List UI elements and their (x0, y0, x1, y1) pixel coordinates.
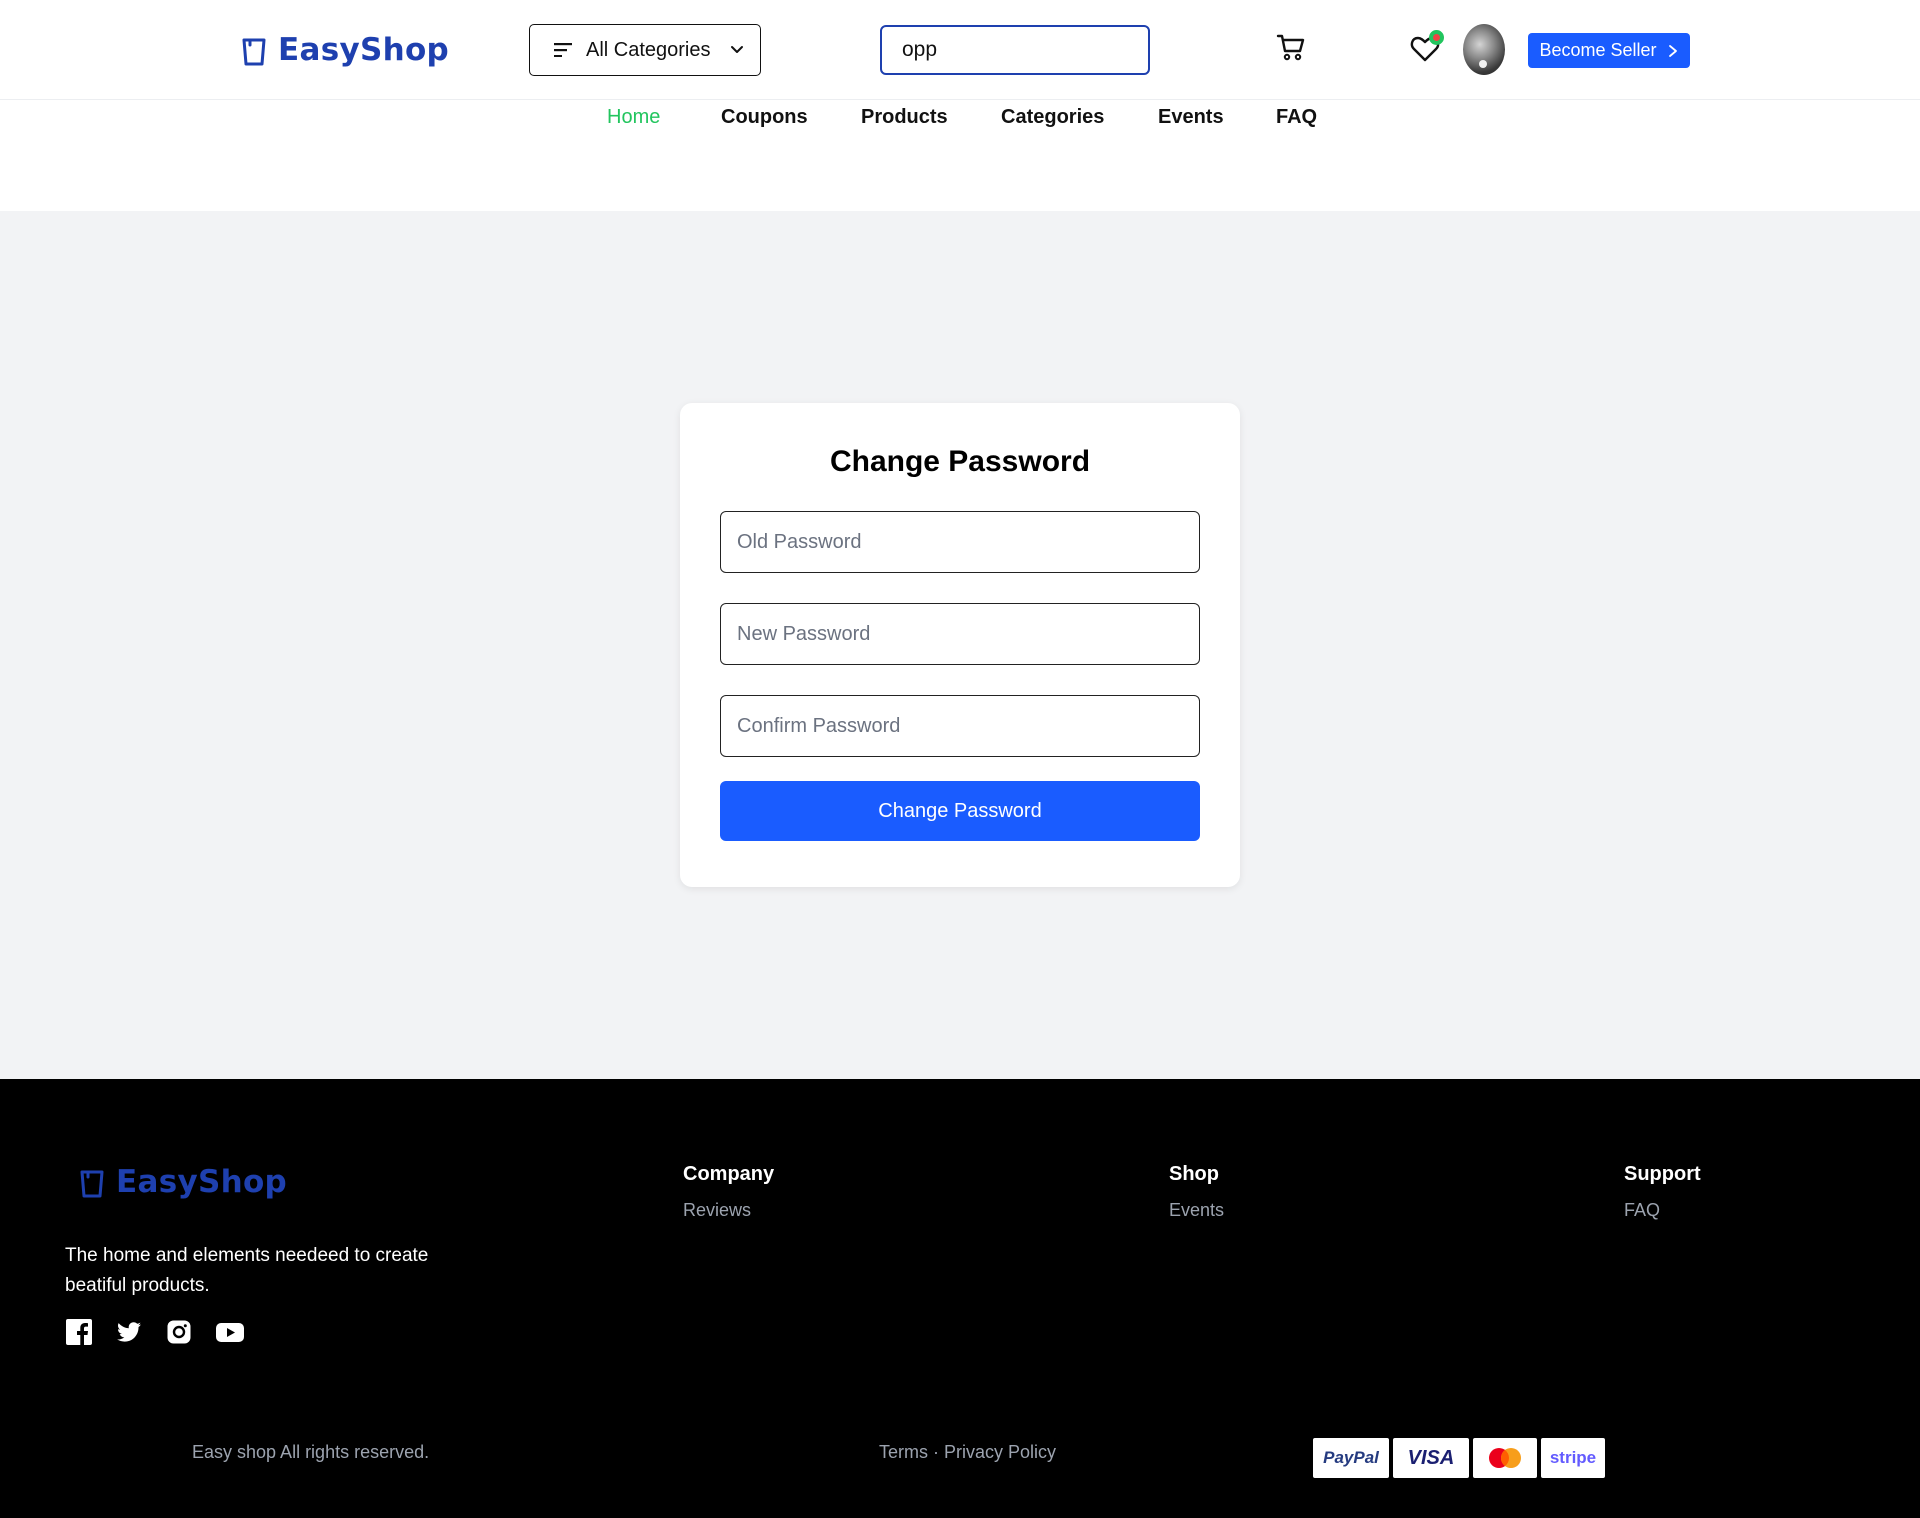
shopping-bag-icon (242, 38, 266, 66)
footer-link-faq[interactable]: FAQ (1624, 1200, 1660, 1221)
page-title: Change Password (829, 445, 1091, 478)
social-links (66, 1319, 244, 1345)
change-password-button[interactable]: Change Password (720, 781, 1200, 841)
all-categories-dropdown[interactable]: All Categories (529, 24, 761, 76)
avatar[interactable] (1463, 24, 1505, 75)
nav-products[interactable]: Products (861, 106, 948, 129)
legal-separator: · (933, 1442, 940, 1462)
change-password-card: Change Password Change Password (680, 403, 1240, 887)
footer-description: The home and elements needeed to create … (65, 1245, 429, 1296)
legal-links: Terms · Privacy Policy (879, 1442, 1056, 1463)
privacy-policy-link[interactable]: Privacy Policy (944, 1442, 1056, 1462)
chevron-right-icon (1668, 44, 1677, 57)
chevron-down-icon (730, 46, 743, 53)
search-input[interactable] (880, 25, 1150, 75)
confirm-password-field[interactable] (720, 695, 1200, 757)
old-password-field[interactable] (720, 511, 1200, 573)
nav-faq[interactable]: FAQ (1276, 106, 1317, 129)
become-seller-button[interactable]: Become Seller (1528, 33, 1690, 68)
main-content: Change Password Change Password (0, 211, 1920, 1079)
stripe-logo: stripe (1541, 1438, 1605, 1478)
twitter-icon[interactable] (116, 1319, 142, 1345)
main-nav: Home Coupons Products Categories Events … (0, 100, 1920, 210)
instagram-icon[interactable] (166, 1319, 192, 1345)
brand-logo[interactable]: EasyShop (240, 30, 449, 70)
copyright-text: Easy shop All rights reserved. (192, 1442, 430, 1462)
nav-events[interactable]: Events (1158, 106, 1224, 129)
mastercard-icon (1489, 1448, 1521, 1468)
cart-icon[interactable] (1276, 32, 1306, 62)
brand-name: EasyShop (278, 32, 450, 68)
nav-coupons[interactable]: Coupons (721, 106, 808, 129)
categories-label: All Categories (586, 38, 711, 61)
become-seller-label: Become Seller (1539, 40, 1657, 60)
mastercard-logo (1473, 1438, 1537, 1478)
footer-brand-logo[interactable]: EasyShop (78, 1164, 287, 1200)
footer-col-support-title: Support (1624, 1163, 1701, 1185)
footer-link-reviews[interactable]: Reviews (683, 1200, 751, 1221)
visa-logo: VISA (1393, 1438, 1469, 1478)
wishlist-button[interactable] (1410, 30, 1444, 64)
terms-link[interactable]: Terms (879, 1442, 928, 1462)
sort-lines-icon (554, 43, 572, 57)
footer-link-events[interactable]: Events (1169, 1200, 1224, 1221)
footer-col-shop-title: Shop (1169, 1163, 1219, 1185)
footer-brand-name: EasyShop (116, 1164, 288, 1200)
footer-col-company-title: Company (683, 1163, 775, 1185)
facebook-icon[interactable] (66, 1319, 92, 1345)
payment-methods: PayPal VISA stripe (1313, 1438, 1605, 1478)
nav-home[interactable]: Home (607, 106, 660, 129)
shopping-bag-icon (80, 1170, 104, 1198)
nav-categories[interactable]: Categories (1001, 106, 1104, 129)
header: EasyShop All Categories Become Seller (0, 0, 1920, 100)
footer: EasyShop The home and elements needeed t… (0, 1079, 1920, 1518)
youtube-icon[interactable] (216, 1319, 244, 1345)
wishlist-badge (1429, 30, 1444, 45)
new-password-field[interactable] (720, 603, 1200, 665)
paypal-logo: PayPal (1313, 1438, 1389, 1478)
